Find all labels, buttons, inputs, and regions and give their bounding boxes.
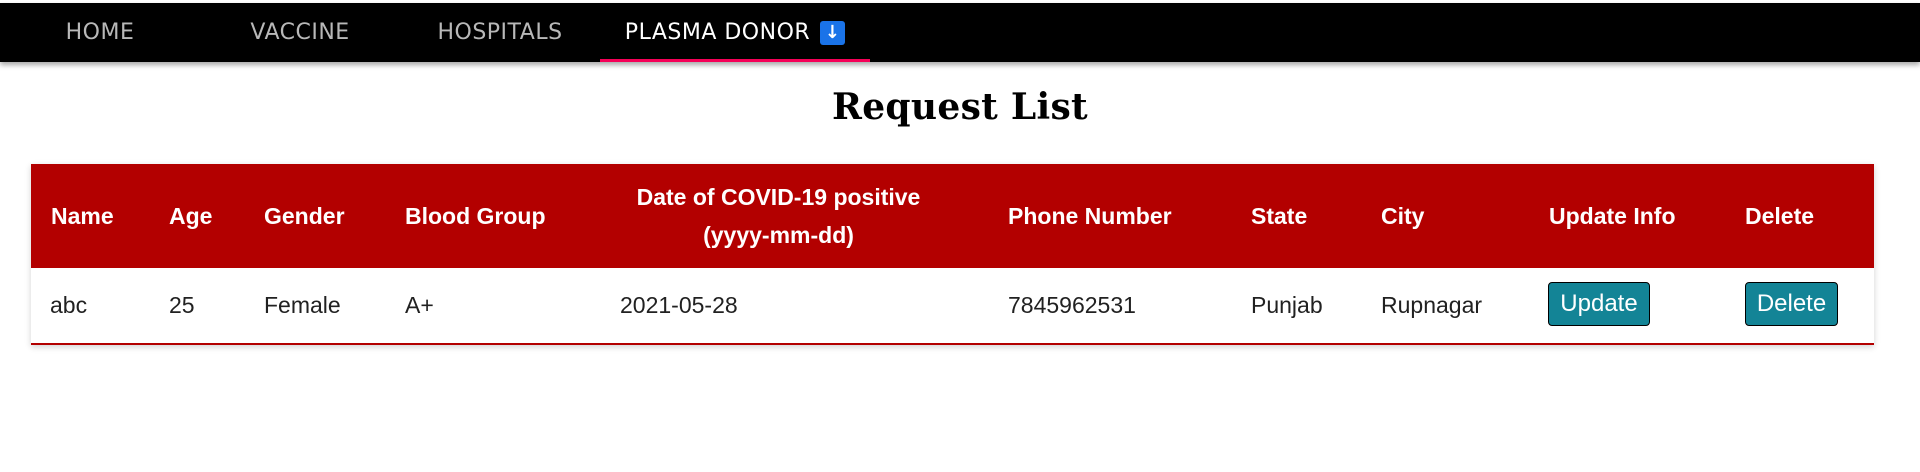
cell-age: 25	[169, 292, 195, 318]
column-header-date: Date of COVID-19 positive (yyyy-mm-dd)	[601, 164, 956, 268]
column-header-delete: Delete	[1745, 202, 1815, 229]
column-header-age: Age	[169, 202, 213, 229]
column-header-update-info: Update Info	[1549, 202, 1676, 229]
cell-gender: Female	[264, 292, 341, 318]
tab-hospitals-label: HOSPITALS	[437, 20, 563, 45]
column-header-state: State	[1251, 202, 1308, 229]
tab-vaccine[interactable]: VACCINE	[220, 3, 380, 62]
column-header-name: Name	[51, 202, 114, 229]
column-header-blood-group: Blood Group	[405, 202, 546, 229]
cell-city: Rupnagar	[1381, 292, 1483, 318]
tab-plasma-donor-label: PLASMA DONOR	[624, 20, 811, 45]
tab-vaccine-label: VACCINE	[250, 20, 350, 45]
cell-blood-group: A+	[405, 292, 434, 318]
tab-hospitals[interactable]: HOSPITALS	[420, 3, 580, 62]
cell-phone: 7845962531	[1008, 292, 1136, 318]
tab-plasma-donor[interactable]: PLASMA DONOR ↓	[600, 3, 870, 62]
update-button[interactable]: Update	[1548, 282, 1650, 326]
cell-name: abc	[50, 292, 88, 318]
column-header-date-line2: (yyyy-mm-dd)	[703, 222, 854, 248]
cell-date: 2021-05-28	[620, 292, 738, 318]
table-header-row: Name Age Gender Blood Group Date of COVI…	[31, 164, 1874, 268]
top-navigation-bar: HOME VACCINE HOSPITALS PLASMA DONOR ↓	[0, 3, 1920, 62]
cell-state: Punjab	[1251, 292, 1323, 318]
tab-home-label: HOME	[65, 20, 135, 45]
delete-button[interactable]: Delete	[1745, 282, 1838, 326]
request-table: Name Age Gender Blood Group Date of COVI…	[31, 164, 1874, 345]
column-header-phone: Phone Number	[1008, 202, 1172, 229]
table-row: abc 25 Female A+ 2021-05-28 7845962531 P…	[31, 268, 1874, 345]
tab-home[interactable]: HOME	[40, 3, 160, 62]
column-header-date-line1: Date of COVID-19 positive	[636, 184, 921, 210]
down-arrow-icon[interactable]: ↓	[820, 20, 846, 45]
column-header-city: City	[1381, 202, 1425, 229]
page-title: Request List	[832, 86, 1088, 128]
column-header-gender: Gender	[264, 202, 345, 229]
